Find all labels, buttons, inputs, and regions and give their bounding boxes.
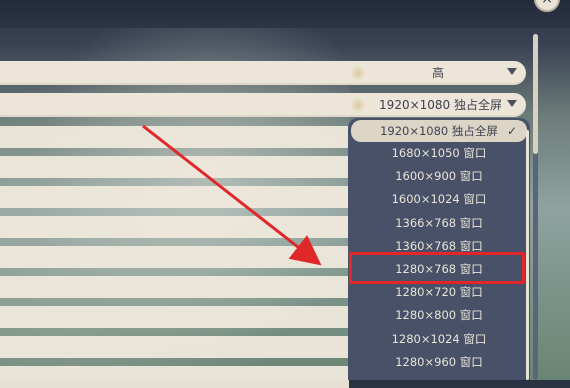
arrow-line — [142, 124, 322, 266]
annotation-arrow — [142, 124, 322, 266]
